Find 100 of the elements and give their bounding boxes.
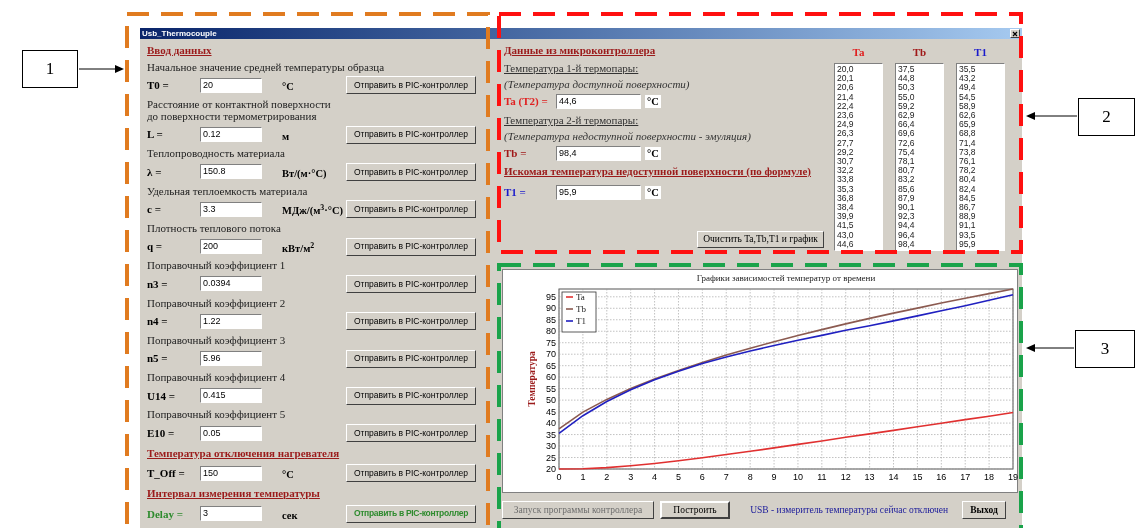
- tick-label: 35: [546, 429, 556, 440]
- unit-label: °C: [282, 469, 294, 481]
- input-field[interactable]: 0.0394: [200, 276, 262, 292]
- tick-label: 16: [936, 472, 947, 482]
- send-button[interactable]: Отправить в PIC-контроллер: [346, 76, 476, 95]
- list-item: 55,0: [898, 92, 915, 102]
- tick-label: 13: [864, 472, 875, 482]
- list-item: 84,5: [959, 193, 976, 204]
- tick-label: 14: [888, 472, 899, 482]
- section-heading: Данные из микроконтроллера: [504, 43, 656, 58]
- unit-label: °C: [645, 185, 661, 199]
- input-field[interactable]: 20: [200, 77, 262, 93]
- tick-label: 10: [792, 472, 803, 482]
- tick-label: 75: [546, 337, 556, 348]
- list-item: 78,2: [959, 166, 976, 176]
- action-button: Запуск программы контроллера: [502, 501, 654, 519]
- list-item: 50,3: [898, 83, 915, 93]
- field-label: c =: [147, 202, 162, 217]
- tick-label: 19: [1008, 472, 1018, 482]
- callout-label: 1: [22, 50, 78, 88]
- input-field[interactable]: 44,6: [556, 93, 641, 109]
- tick-label: 90: [546, 303, 556, 314]
- list-item: 90,1: [898, 203, 915, 213]
- tick-label: 4: [652, 472, 658, 482]
- close-button[interactable]: [1010, 29, 1020, 38]
- group-note: (Температура доступной поверхности): [504, 77, 690, 92]
- send-button[interactable]: Отправить в PIC-контроллер: [346, 125, 476, 144]
- column-header: Tb: [912, 45, 927, 59]
- tick-label: 65: [546, 360, 556, 371]
- field-description: Расстояние от контактной поверхности до поверхности термометрирования: [147, 97, 331, 122]
- tick-label: 45: [546, 406, 556, 417]
- input-field[interactable]: 3.3: [200, 201, 262, 217]
- field-label: n4 =: [147, 313, 169, 329]
- field-description: Начальное значение средней температуры образца: [147, 60, 385, 73]
- input-field[interactable]: 5.96: [200, 351, 262, 366]
- status-text: USB - измеритель температуры сейчас отключен: [750, 503, 948, 517]
- send-button[interactable]: Отправить в PIC-контроллер: [346, 386, 476, 405]
- clear-button[interactable]: Очистить Ta,Tb,T1 и график: [697, 231, 824, 248]
- field-description: Плотность теплового потока: [147, 221, 281, 234]
- list-item: 76,1: [959, 157, 976, 167]
- field-label: U14 =: [147, 388, 176, 404]
- input-field[interactable]: 0.12: [200, 127, 262, 143]
- send-button[interactable]: Отправить в PIC-контроллер: [346, 274, 476, 293]
- group-title: Температура 2-й термопары:: [504, 113, 639, 128]
- tick-label: 12: [840, 472, 851, 482]
- list-item: 54,5: [959, 92, 976, 102]
- list-item: 41,5: [837, 221, 854, 231]
- section-heading: Искомая температура недоступной поверхности (по формуле): [504, 164, 811, 179]
- field-label: T1 =: [504, 184, 527, 200]
- list-item: 22,4: [837, 101, 854, 111]
- field-description: Поправочный коэффициент 2: [147, 296, 286, 309]
- exit-button[interactable]: Выход: [962, 501, 1006, 519]
- list-item: 35,5: [959, 65, 976, 75]
- axis-label: Температура: [527, 351, 537, 407]
- list-item: 94,4: [898, 221, 915, 231]
- send-button[interactable]: Отправить в PIC-контроллер: [346, 200, 476, 219]
- action-button[interactable]: Построить: [660, 501, 730, 519]
- chart-title: Графики зависимостей температур от времени: [696, 273, 876, 283]
- tick-label: 17: [960, 472, 971, 482]
- input-field[interactable]: 200: [200, 239, 262, 255]
- group-title: Температура 1-й термопары:: [504, 61, 639, 76]
- column-header: T1: [974, 45, 987, 59]
- list-item: 71,4: [959, 138, 976, 148]
- send-button[interactable]: Отправить в PIC-контроллер: [346, 162, 476, 181]
- list-item: 24,9: [837, 120, 854, 130]
- tick-label: 30: [546, 441, 556, 452]
- tick-label: 55: [546, 383, 556, 394]
- list-item: 82,4: [959, 184, 976, 194]
- list-item: 36,8: [837, 193, 854, 204]
- send-button[interactable]: Отправить в PIC-контроллер: [346, 237, 476, 256]
- list-item: 83,2: [898, 175, 915, 185]
- tick-label: 8: [747, 472, 753, 482]
- tick-label: 80: [546, 326, 556, 337]
- input-field[interactable]: 98,4: [556, 145, 641, 161]
- input-field[interactable]: 0.415: [200, 388, 262, 404]
- input-field[interactable]: 95,9: [556, 184, 641, 200]
- tick-label: 3: [628, 472, 634, 482]
- send-button[interactable]: Отправить в PIC-контроллер: [346, 312, 476, 331]
- input-field[interactable]: 150.8: [200, 164, 262, 180]
- field-label: q =: [147, 239, 164, 255]
- input-field[interactable]: 3: [200, 506, 262, 522]
- input-field[interactable]: 1.22: [200, 313, 262, 329]
- send-button[interactable]: Отправить в PIC-контроллер: [346, 464, 476, 483]
- tick-label: 25: [546, 452, 556, 463]
- legend-box: [561, 291, 597, 333]
- input-field[interactable]: 0.05: [200, 425, 262, 441]
- list-item: 59,2: [898, 101, 915, 111]
- unit-label: м: [282, 130, 290, 142]
- unit-label: сек: [282, 509, 298, 521]
- field-label: L =: [147, 127, 164, 143]
- unit-label: °C: [645, 94, 661, 108]
- section-heading: Интервал измерения температуры: [147, 486, 320, 502]
- input-field[interactable]: 150: [200, 465, 262, 481]
- list-item: 38,4: [837, 203, 854, 213]
- list-item: 92,3: [898, 212, 915, 222]
- legend-label: T1: [576, 316, 586, 326]
- list-item: 35,3: [837, 184, 854, 194]
- list-item: 93,5: [959, 230, 976, 240]
- send-button[interactable]: Отправить в PIC-контроллер: [346, 349, 476, 368]
- send-button[interactable]: Отправить в PIC-контроллер: [346, 424, 476, 443]
